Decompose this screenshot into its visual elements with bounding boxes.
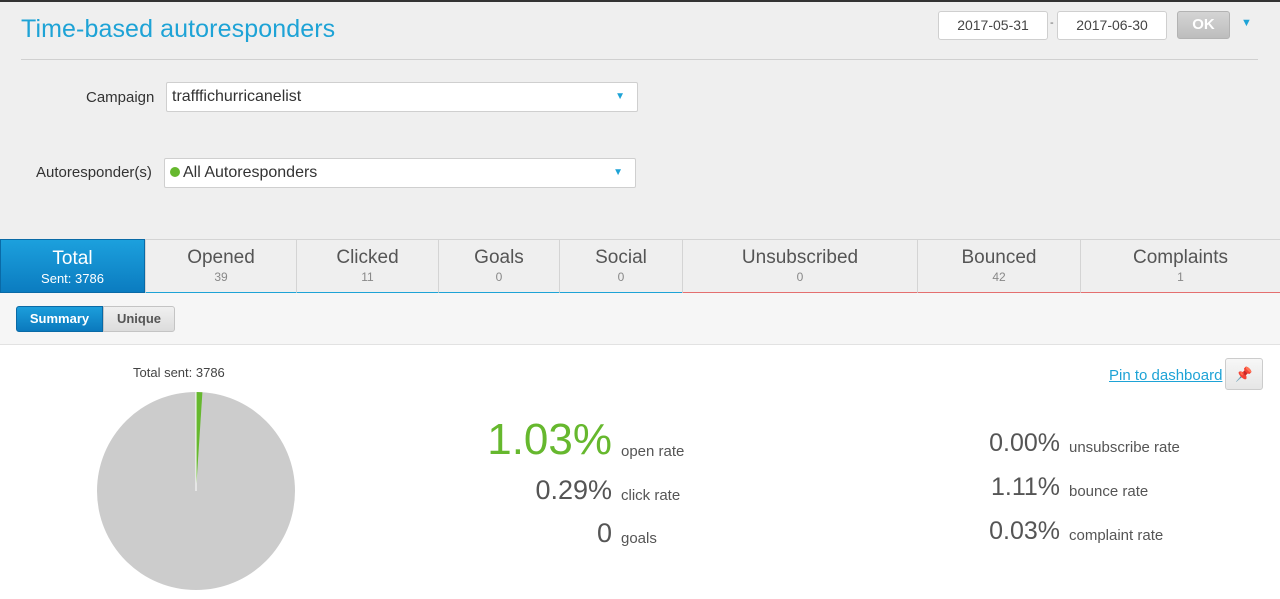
metric-value: 0 xyxy=(596,518,612,548)
campaign-value: trafffichurricanelist xyxy=(172,88,302,105)
tab-count: 11 xyxy=(361,270,374,284)
chevron-down-icon: ▼ xyxy=(613,167,623,178)
top-border xyxy=(0,0,1280,2)
metric-label: click rate xyxy=(611,487,680,505)
metric-label: complaint rate xyxy=(1059,527,1163,545)
tab-count: Sent: 3786 xyxy=(41,271,104,286)
ok-button[interactable]: OK xyxy=(1177,11,1230,39)
tab-label: Complaints xyxy=(1132,247,1229,268)
tab-count: 39 xyxy=(214,270,228,284)
sent-pie-chart xyxy=(97,392,295,590)
metric-value: 1.03% xyxy=(487,415,612,464)
metric-label: unsubscribe rate xyxy=(1059,439,1180,457)
tab-count: 0 xyxy=(495,270,503,284)
date-from-input[interactable]: 2017-05-31 xyxy=(938,11,1048,40)
metric-label-text: bounce rate xyxy=(1069,483,1149,500)
metric-unsubscribe-rate: 0.00% xyxy=(930,429,1060,463)
pin-to-dashboard-link[interactable]: Pin to dashboard xyxy=(1109,367,1222,384)
metric-complaint-rate: 0.03% xyxy=(930,517,1060,551)
pushpin-icon[interactable]: 📌 xyxy=(1225,358,1263,390)
metric-label-text: click rate xyxy=(621,487,681,504)
metric-label-text: unsubscribe rate xyxy=(1069,439,1180,456)
autoresponder-label: Autoresponder(s) xyxy=(36,164,152,181)
tab-total[interactable]: Total Sent: 3786 xyxy=(0,239,145,293)
tab-label: Goals xyxy=(474,247,524,268)
tab-label: Unsubscribed xyxy=(741,247,859,268)
metric-label: goals xyxy=(611,530,657,548)
tab-bounced[interactable]: Bounced 42 xyxy=(917,240,1080,294)
title-divider xyxy=(21,59,1258,60)
tab-clicked[interactable]: Clicked 11 xyxy=(296,240,438,294)
tab-count: 1 xyxy=(1177,270,1184,284)
metric-value: 0.00% xyxy=(989,429,1060,457)
metric-goals: 0 xyxy=(480,518,612,552)
metric-value: 0.29% xyxy=(535,475,612,505)
tab-goals[interactable]: Goals 0 xyxy=(438,240,559,294)
campaign-label: Campaign xyxy=(86,89,155,106)
metric-click-rate: 0.29% xyxy=(480,475,612,509)
tab-complaints[interactable]: Complaints 1 xyxy=(1080,240,1280,294)
tab-label: Clicked xyxy=(336,247,399,268)
chevron-down-icon: ▼ xyxy=(615,91,625,102)
metric-label-text: complaint rate xyxy=(1069,527,1164,544)
autoresponder-select[interactable]: All Autoresponders ▼ xyxy=(164,158,636,188)
chevron-down-icon[interactable]: ▼ xyxy=(1241,17,1252,29)
summary-button[interactable]: Summary xyxy=(16,306,103,332)
metric-value: 0.03% xyxy=(989,517,1060,545)
view-toggle-bar: Summary Unique xyxy=(0,293,1280,345)
metric-value: 1.11% xyxy=(990,473,1060,501)
unique-button[interactable]: Unique xyxy=(103,306,175,332)
status-dot-icon xyxy=(170,167,180,177)
metric-label: bounce rate xyxy=(1059,483,1148,501)
tab-count: 0 xyxy=(617,270,625,284)
tab-label: Opened xyxy=(187,247,255,268)
tab-label: Total xyxy=(52,248,93,269)
tab-count: 42 xyxy=(992,270,1006,284)
pie-caption: Total sent: 3786 xyxy=(133,365,225,380)
autoresponder-value: All Autoresponders xyxy=(183,164,318,181)
date-separator: - xyxy=(1050,17,1054,29)
metric-label-text: open rate xyxy=(621,443,685,460)
tab-label: Bounced xyxy=(961,247,1037,268)
tab-count: 0 xyxy=(796,270,804,284)
metric-open-rate: 1.03% xyxy=(480,415,612,465)
metric-bounce-rate: 1.11% xyxy=(930,473,1060,507)
campaign-select[interactable]: trafffichurricanelist ▼ xyxy=(166,82,638,112)
summary-panel: Summary Unique Total sent: 3786 Pin to d… xyxy=(0,293,1280,599)
tab-opened[interactable]: Opened 39 xyxy=(145,240,296,294)
page-title: Time-based autoresponders xyxy=(21,15,336,43)
tab-social[interactable]: Social 0 xyxy=(559,240,682,294)
date-to-input[interactable]: 2017-06-30 xyxy=(1057,11,1167,40)
tab-label: Social xyxy=(595,247,647,268)
metric-label: open rate xyxy=(611,443,684,461)
stats-tabs: Total Sent: 3786 Opened 39 Clicked 11 Go… xyxy=(0,239,1280,294)
metric-label-text: goals xyxy=(621,530,657,547)
tab-unsubscribed[interactable]: Unsubscribed 0 xyxy=(682,240,917,294)
